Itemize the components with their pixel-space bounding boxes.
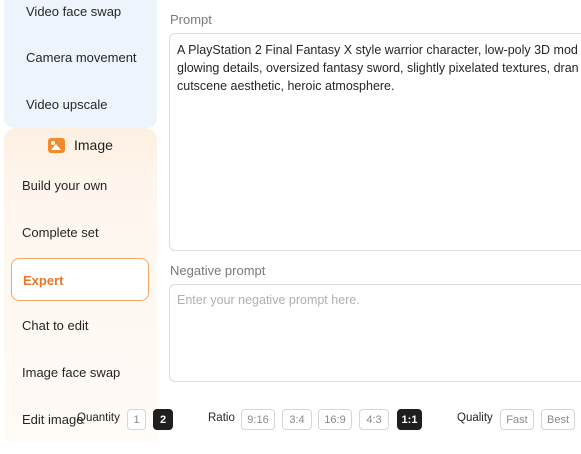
ratio-option-16-9[interactable]: 16:9 [318, 409, 352, 430]
ratio-label: Ratio [208, 412, 235, 424]
ratio-option-1-1[interactable]: 1:1 [397, 409, 422, 430]
quantity-label: Quantity [77, 412, 120, 424]
sidebar-video-group: Video face swap Camera movement Video up… [4, 0, 157, 128]
sidebar-item-camera-movement[interactable]: Camera movement [26, 50, 137, 65]
prompt-textarea[interactable]: A PlayStation 2 Final Fantasy X style wa… [169, 33, 581, 251]
prompt-text: A PlayStation 2 Final Fantasy X style wa… [177, 41, 581, 95]
ratio-option-3-4[interactable]: 3:4 [282, 409, 312, 430]
sidebar-item-video-upscale[interactable]: Video upscale [26, 97, 107, 112]
prompt-label: Prompt [170, 12, 212, 27]
sidebar-item-chat-to-edit[interactable]: Chat to edit [22, 318, 89, 333]
sidebar-section-image: Image [48, 136, 113, 154]
quantity-option-2[interactable]: 2 [153, 409, 173, 430]
sidebar-item-build-your-own[interactable]: Build your own [22, 178, 107, 193]
quantity-option-1[interactable]: 1 [127, 409, 146, 430]
sidebar-item-label: Expert [23, 273, 64, 288]
sidebar-item-expert[interactable]: Expert [11, 258, 149, 301]
quality-label: Quality [457, 412, 493, 424]
sidebar: Video face swap Camera movement Video up… [0, 0, 157, 454]
prompt-line: A PlayStation 2 Final Fantasy X style wa… [177, 43, 578, 57]
negative-prompt-label: Negative prompt [170, 263, 266, 278]
sidebar-section-label: Image [74, 137, 113, 153]
prompt-line: glowing details, oversized fantasy sword… [177, 61, 579, 75]
sidebar-item-edit-image[interactable]: Edit image [22, 412, 83, 427]
ratio-option-9-16[interactable]: 9:16 [241, 409, 275, 430]
sidebar-item-image-face-swap[interactable]: Image face swap [22, 365, 120, 380]
negative-prompt-input[interactable] [177, 293, 577, 307]
sidebar-item-complete-set[interactable]: Complete set [22, 225, 99, 240]
prompt-line: cutscene aesthetic, heroic atmosphere. [177, 79, 395, 93]
image-icon [48, 137, 65, 153]
quality-option-fast[interactable]: Fast [500, 409, 534, 430]
negative-prompt-box [169, 284, 581, 382]
ratio-option-4-3[interactable]: 4:3 [359, 409, 389, 430]
sidebar-item-video-face-swap[interactable]: Video face swap [26, 4, 121, 19]
quality-option-best[interactable]: Best [541, 409, 575, 430]
